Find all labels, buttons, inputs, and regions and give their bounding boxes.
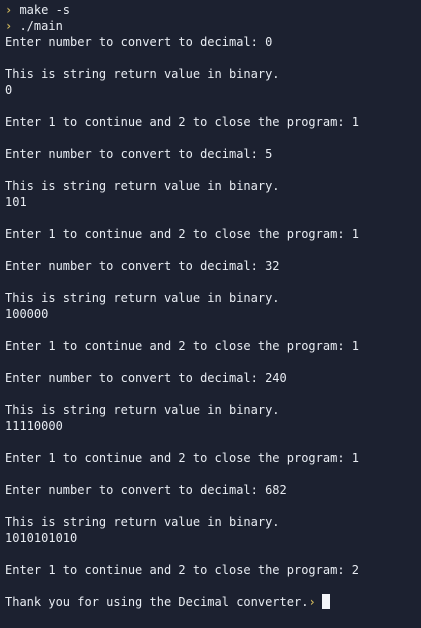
- line-text: This is string return value in binary.: [5, 67, 280, 81]
- terminal-output[interactable]: › make -s › ./main Enter number to convert…: [5, 2, 359, 610]
- line-text: Enter number to convert to decimal: 682: [5, 483, 287, 497]
- line-text: 1010101010: [5, 531, 78, 545]
- line-text: Enter number to convert to decimal: 240: [5, 371, 287, 385]
- line-text: 11110000: [5, 419, 63, 433]
- line-text: make -s: [12, 3, 71, 17]
- terminal-line: Enter 1 to continue and 2 to close the p…: [5, 562, 359, 578]
- prompt-chevron-icon: ›: [308, 595, 316, 609]
- line-text: 100000: [5, 307, 49, 321]
- line-text: Enter 1 to continue and 2 to close the p…: [5, 227, 360, 241]
- terminal-line: This is string return value in binary.: [5, 178, 359, 194]
- terminal-line: Enter number to convert to decimal: 32: [5, 258, 359, 274]
- terminal-line: 0: [5, 82, 359, 98]
- terminal-line: Enter 1 to continue and 2 to close the p…: [5, 450, 359, 466]
- terminal-line: Enter number to convert to decimal: 240: [5, 370, 359, 386]
- line-text: Enter number to convert to decimal: 32: [5, 259, 280, 273]
- line-text: Enter number to convert to decimal: 0: [5, 35, 273, 49]
- terminal-line: 100000: [5, 306, 359, 322]
- line-text: ./main: [12, 19, 63, 33]
- line-text: 0: [5, 83, 13, 97]
- terminal-line: Thank you for using the Decimal converte…: [5, 594, 359, 610]
- terminal-line: 1010101010: [5, 530, 359, 546]
- text-cursor[interactable]: [321, 594, 330, 609]
- line-text: Enter number to convert to decimal: 5: [5, 147, 273, 161]
- terminal-line: 11110000: [5, 418, 359, 434]
- terminal-line: This is string return value in binary.: [5, 402, 359, 418]
- line-text: This is string return value in binary.: [5, 291, 280, 305]
- line-text: 101: [5, 195, 27, 209]
- line-text: This is string return value in binary.: [5, 403, 280, 417]
- terminal-line: Enter 1 to continue and 2 to close the p…: [5, 226, 359, 242]
- terminal-line: This is string return value in binary.: [5, 514, 359, 530]
- terminal-line: 101: [5, 194, 359, 210]
- terminal-line: Enter 1 to continue and 2 to close the p…: [5, 338, 359, 354]
- terminal-line: This is string return value in binary.: [5, 66, 359, 82]
- line-text: Enter 1 to continue and 2 to close the p…: [5, 563, 360, 577]
- line-text: Enter 1 to continue and 2 to close the p…: [5, 115, 360, 129]
- line-text: Enter 1 to continue and 2 to close the p…: [5, 339, 360, 353]
- terminal-line: Enter number to convert to decimal: 0: [5, 34, 359, 50]
- terminal-line: › make -s: [5, 2, 359, 18]
- terminal-line: › ./main: [5, 18, 359, 34]
- line-text: Thank you for using the Decimal converte…: [5, 595, 309, 609]
- line-text: This is string return value in binary.: [5, 179, 280, 193]
- terminal-line: Enter 1 to continue and 2 to close the p…: [5, 114, 359, 130]
- terminal-line: This is string return value in binary.: [5, 290, 359, 306]
- line-text: Enter 1 to continue and 2 to close the p…: [5, 451, 360, 465]
- line-text: This is string return value in binary.: [5, 515, 280, 529]
- terminal-line: Enter number to convert to decimal: 5: [5, 146, 359, 162]
- terminal-line: Enter number to convert to decimal: 682: [5, 482, 359, 498]
